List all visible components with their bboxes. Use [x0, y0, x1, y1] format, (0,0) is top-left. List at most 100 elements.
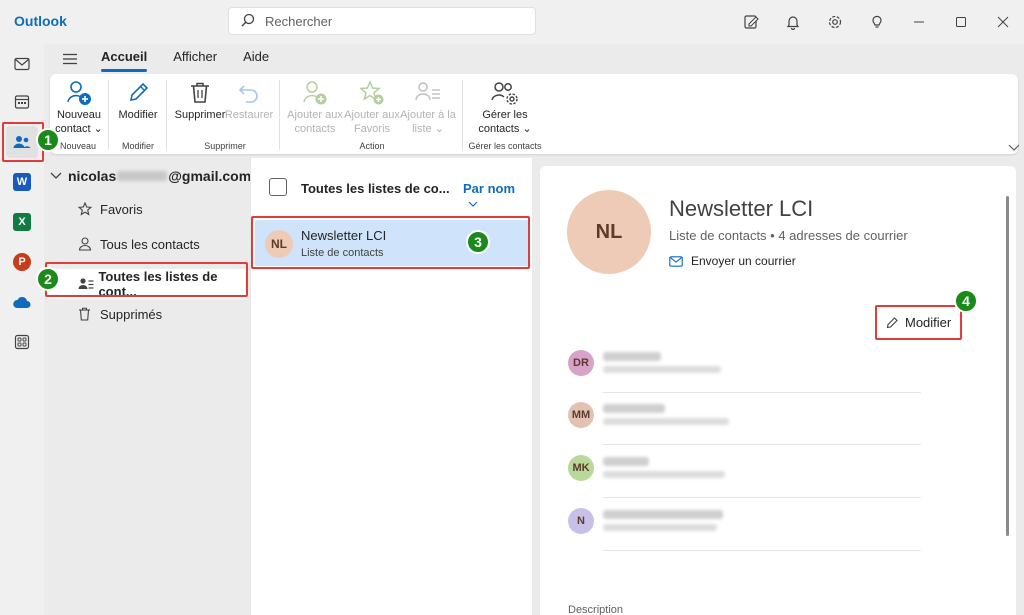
- nav-item-label: Tous les contacts: [100, 236, 200, 252]
- excel-icon[interactable]: X: [6, 206, 38, 238]
- star-icon: [78, 202, 100, 216]
- word-icon[interactable]: W: [6, 166, 38, 198]
- add-to-favorites-button[interactable]: Ajouter aux Favoris: [344, 78, 400, 136]
- compose-note-icon[interactable]: [730, 0, 772, 44]
- list-item-subtitle: Liste de contacts: [301, 247, 384, 259]
- account-redacted: [117, 171, 168, 181]
- restore-button[interactable]: Restaurer: [224, 78, 274, 122]
- list-pane: Toutes les listes de co... Par nom NL Ne…: [250, 158, 532, 615]
- avatar: MK: [568, 455, 594, 481]
- avatar: MM: [568, 402, 594, 428]
- star-add-icon: [359, 78, 385, 108]
- mail-icon[interactable]: [6, 48, 38, 80]
- add-to-contacts-label-2: contacts: [294, 123, 336, 135]
- member-row[interactable]: DR: [568, 344, 924, 396]
- contact-title: Newsletter LCI: [669, 196, 814, 221]
- trash-icon: [189, 78, 211, 108]
- calendar-icon[interactable]: [6, 86, 38, 118]
- manage-contacts-label-1: Gérer les: [482, 109, 528, 121]
- new-contact-button[interactable]: Nouveau contact ⌄: [54, 78, 104, 136]
- account-header[interactable]: nicolas @gmail.com: [50, 168, 251, 184]
- group-label-delete: Supprimer: [204, 141, 246, 151]
- manage-contacts-button[interactable]: Gérer les contacts ⌄: [470, 78, 540, 136]
- search-placeholder: Rechercher: [265, 13, 333, 29]
- member-email-redacted: [603, 471, 725, 478]
- sort-button[interactable]: Par nom: [463, 181, 532, 211]
- folder-pane: nicolas @gmail.com Favoris Tous les cont…: [44, 158, 251, 615]
- add-to-list-label-1: Ajouter à la: [400, 109, 456, 121]
- reading-pane: NL Newsletter LCI Liste de contacts • 4 …: [540, 166, 1016, 615]
- mail-icon: [669, 255, 683, 267]
- contact-subtitle: Liste de contacts • 4 adresses de courri…: [669, 228, 908, 243]
- add-to-list-button[interactable]: Ajouter à la liste ⌄: [400, 78, 456, 136]
- nav-item-label: Supprimés: [100, 306, 163, 322]
- list-item-name: Newsletter LCI: [301, 228, 387, 243]
- people-icon[interactable]: [6, 126, 38, 158]
- minimize-icon[interactable]: [898, 0, 940, 44]
- undo-icon: [238, 78, 260, 108]
- add-to-contacts-label-1: Ajouter aux: [287, 109, 343, 121]
- bell-icon[interactable]: [772, 0, 814, 44]
- member-name-redacted: [603, 510, 723, 519]
- annotation-marker-4: 4: [954, 289, 978, 313]
- maximize-icon[interactable]: [940, 0, 982, 44]
- member-name-redacted: [603, 457, 649, 466]
- account-prefix: nicolas: [68, 168, 117, 184]
- nav-item-all-contacts[interactable]: Tous les contacts: [46, 229, 248, 259]
- nav-item-favorites[interactable]: Favoris: [46, 194, 248, 224]
- group-label-manage: Gérer les contacts: [468, 141, 542, 151]
- annotation-marker-1: 1: [36, 128, 60, 152]
- nav-item-label: Favoris: [100, 201, 143, 217]
- search-box[interactable]: Rechercher: [228, 7, 536, 35]
- app-rail: W X P: [0, 44, 44, 615]
- powerpoint-icon[interactable]: P: [6, 246, 38, 278]
- app-title: Outlook: [14, 13, 67, 29]
- search-icon: [241, 13, 255, 30]
- tab-help[interactable]: Aide: [243, 44, 269, 74]
- person-icon: [78, 237, 100, 251]
- add-to-contacts-button[interactable]: Ajouter aux contacts: [286, 78, 344, 136]
- ribbon: Nouveau contact ⌄ Nouveau Modifier Modif…: [50, 74, 1018, 154]
- add-to-favorites-label-1: Ajouter aux: [344, 109, 400, 121]
- close-icon[interactable]: [982, 0, 1024, 44]
- group-label-action: Action: [359, 141, 385, 151]
- lightbulb-icon[interactable]: [856, 0, 898, 44]
- tab-home[interactable]: Accueil: [101, 44, 148, 74]
- select-all-checkbox[interactable]: [269, 178, 287, 196]
- member-email-redacted: [603, 366, 721, 373]
- chevron-down-icon: [50, 172, 62, 179]
- member-row[interactable]: N: [568, 502, 924, 554]
- member-name-redacted: [603, 352, 661, 361]
- list-title: Toutes les listes de co...: [301, 181, 450, 196]
- send-mail-link[interactable]: Envoyer un courrier: [669, 254, 796, 268]
- add-to-favorites-label-2: Favoris: [353, 123, 391, 135]
- new-contact-label-1: Nouveau: [56, 109, 102, 121]
- member-row[interactable]: MM: [568, 396, 924, 448]
- pencil-icon: [126, 78, 150, 108]
- contact-avatar: NL: [567, 190, 651, 274]
- modify-ribbon-label: Modifier: [118, 109, 158, 121]
- apps-icon[interactable]: [6, 326, 38, 358]
- member-row[interactable]: MK: [568, 449, 924, 501]
- modify-button[interactable]: Modifier: [876, 308, 961, 336]
- restore-label: Restaurer: [224, 109, 274, 121]
- modify-ribbon-button[interactable]: Modifier: [114, 78, 162, 122]
- pencil-icon: [886, 316, 898, 328]
- reading-scrollbar[interactable]: [1004, 182, 1012, 542]
- delete-button[interactable]: Supprimer: [174, 78, 226, 122]
- nav-item-deleted[interactable]: Supprimés: [46, 299, 248, 329]
- avatar: NL: [265, 230, 293, 258]
- avatar: N: [568, 508, 594, 534]
- chevron-down-icon: [468, 201, 478, 207]
- new-contact-label-2: contact ⌄: [55, 123, 103, 135]
- nav-item-all-lists[interactable]: Toutes les listes de cont...: [46, 269, 248, 299]
- tab-view[interactable]: Afficher: [173, 44, 217, 74]
- add-person-disabled-icon: [302, 78, 328, 108]
- ribbon-expand-icon[interactable]: [1008, 140, 1020, 155]
- account-suffix: @gmail.com: [168, 168, 252, 184]
- gear-icon[interactable]: [814, 0, 856, 44]
- add-person-icon: [66, 78, 92, 108]
- delete-label: Supprimer: [174, 109, 226, 121]
- cloud-icon[interactable]: [6, 286, 38, 318]
- hamburger-icon[interactable]: [52, 44, 88, 74]
